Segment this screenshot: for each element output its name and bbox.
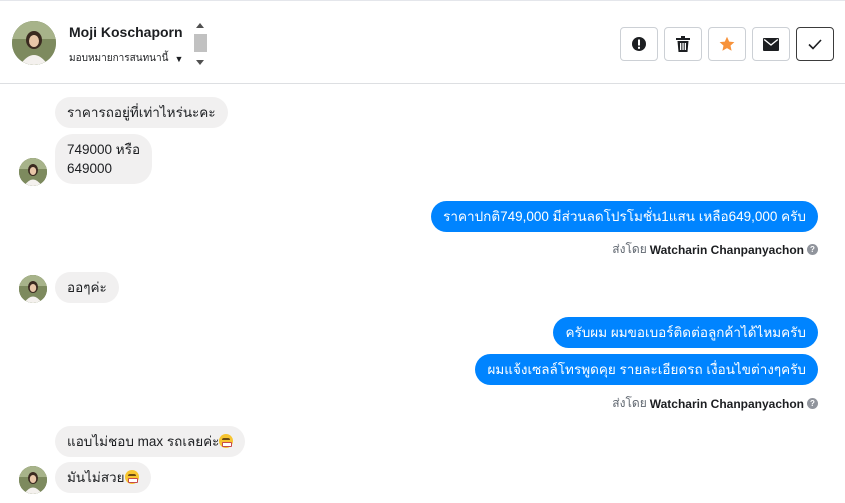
message-line: 649000 <box>67 161 113 176</box>
grimacing-emoji-icon <box>124 470 139 484</box>
checkmark-icon <box>808 38 822 50</box>
assign-conversation-dropdown[interactable]: มอบหมายการสนทนานี้ ▼ <box>69 51 183 66</box>
contact-avatar-small <box>19 275 47 303</box>
sent-by-agent[interactable]: Watcharin Chanpanyachon <box>650 243 804 257</box>
contact-avatar[interactable] <box>12 21 56 65</box>
message-line: 749000 หรือ <box>67 142 141 157</box>
incoming-message[interactable]: ออๆค่ะ <box>55 272 119 303</box>
envelope-icon <box>763 37 779 51</box>
sent-by-prefix: ส่งโดย <box>612 242 647 256</box>
incoming-message[interactable]: ราคารถอยู่ที่เท่าไหร่นะคะ <box>55 97 228 128</box>
sent-by-agent[interactable]: Watcharin Chanpanyachon <box>650 397 804 411</box>
assign-label: มอบหมายการสนทนานี้ <box>69 53 169 64</box>
conversation-actions <box>620 27 834 61</box>
incoming-message[interactable]: 749000 หรือ 649000 <box>55 134 153 184</box>
mark-unread-button[interactable] <box>752 27 790 61</box>
grimacing-emoji-icon <box>219 434 234 448</box>
star-icon <box>719 36 735 51</box>
sent-by-prefix: ส่งโดย <box>612 396 647 410</box>
mark-done-button[interactable] <box>796 27 834 61</box>
scroll-up-icon[interactable] <box>196 23 204 28</box>
help-icon[interactable]: ? <box>807 244 818 255</box>
outgoing-message[interactable]: ผมแจ้งเซลล์โทรพูดคุย รายละเอียดรถ เงื่อน… <box>475 354 818 385</box>
incoming-message[interactable]: มันไม่สวย <box>55 462 151 493</box>
message-thread[interactable]: ราคารถอยู่ที่เท่าไหร่นะคะ 749000 หรือ 64… <box>0 85 845 503</box>
scroll-thumb[interactable] <box>194 34 207 52</box>
outgoing-message[interactable]: ครับผม ผมขอเบอร์ติดต่อลูกค้าได้ไหมครับ <box>553 317 818 348</box>
message-text: แอบไม่ชอบ max รถเลยค่ะ <box>67 434 220 449</box>
conversation-header: Moji Koschaporn มอบหมายการสนทนานี้ ▼ <box>0 0 845 84</box>
exclamation-circle-icon <box>632 37 646 51</box>
scroll-down-icon[interactable] <box>196 60 204 65</box>
sent-by-label: ส่งโดย Watcharin Chanpanyachon ? <box>612 394 818 413</box>
incoming-message[interactable]: แอบไม่ชอบ max รถเลยค่ะ <box>55 426 246 457</box>
message-text: มันไม่สวย <box>67 470 125 485</box>
assign-scrollbar[interactable] <box>193 20 208 68</box>
report-spam-button[interactable] <box>620 27 658 61</box>
contact-name[interactable]: Moji Koschaporn <box>69 24 183 40</box>
star-button[interactable] <box>708 27 746 61</box>
delete-button[interactable] <box>664 27 702 61</box>
sent-by-label: ส่งโดย Watcharin Chanpanyachon ? <box>612 240 818 259</box>
trash-icon <box>676 36 690 52</box>
contact-avatar-small <box>19 466 47 494</box>
outgoing-message[interactable]: ราคาปกติ749,000 มีส่วนลดโปรโมชั่น1แสน เห… <box>431 201 818 232</box>
caret-down-icon: ▼ <box>174 53 184 64</box>
contact-avatar-small <box>19 158 47 186</box>
help-icon[interactable]: ? <box>807 398 818 409</box>
